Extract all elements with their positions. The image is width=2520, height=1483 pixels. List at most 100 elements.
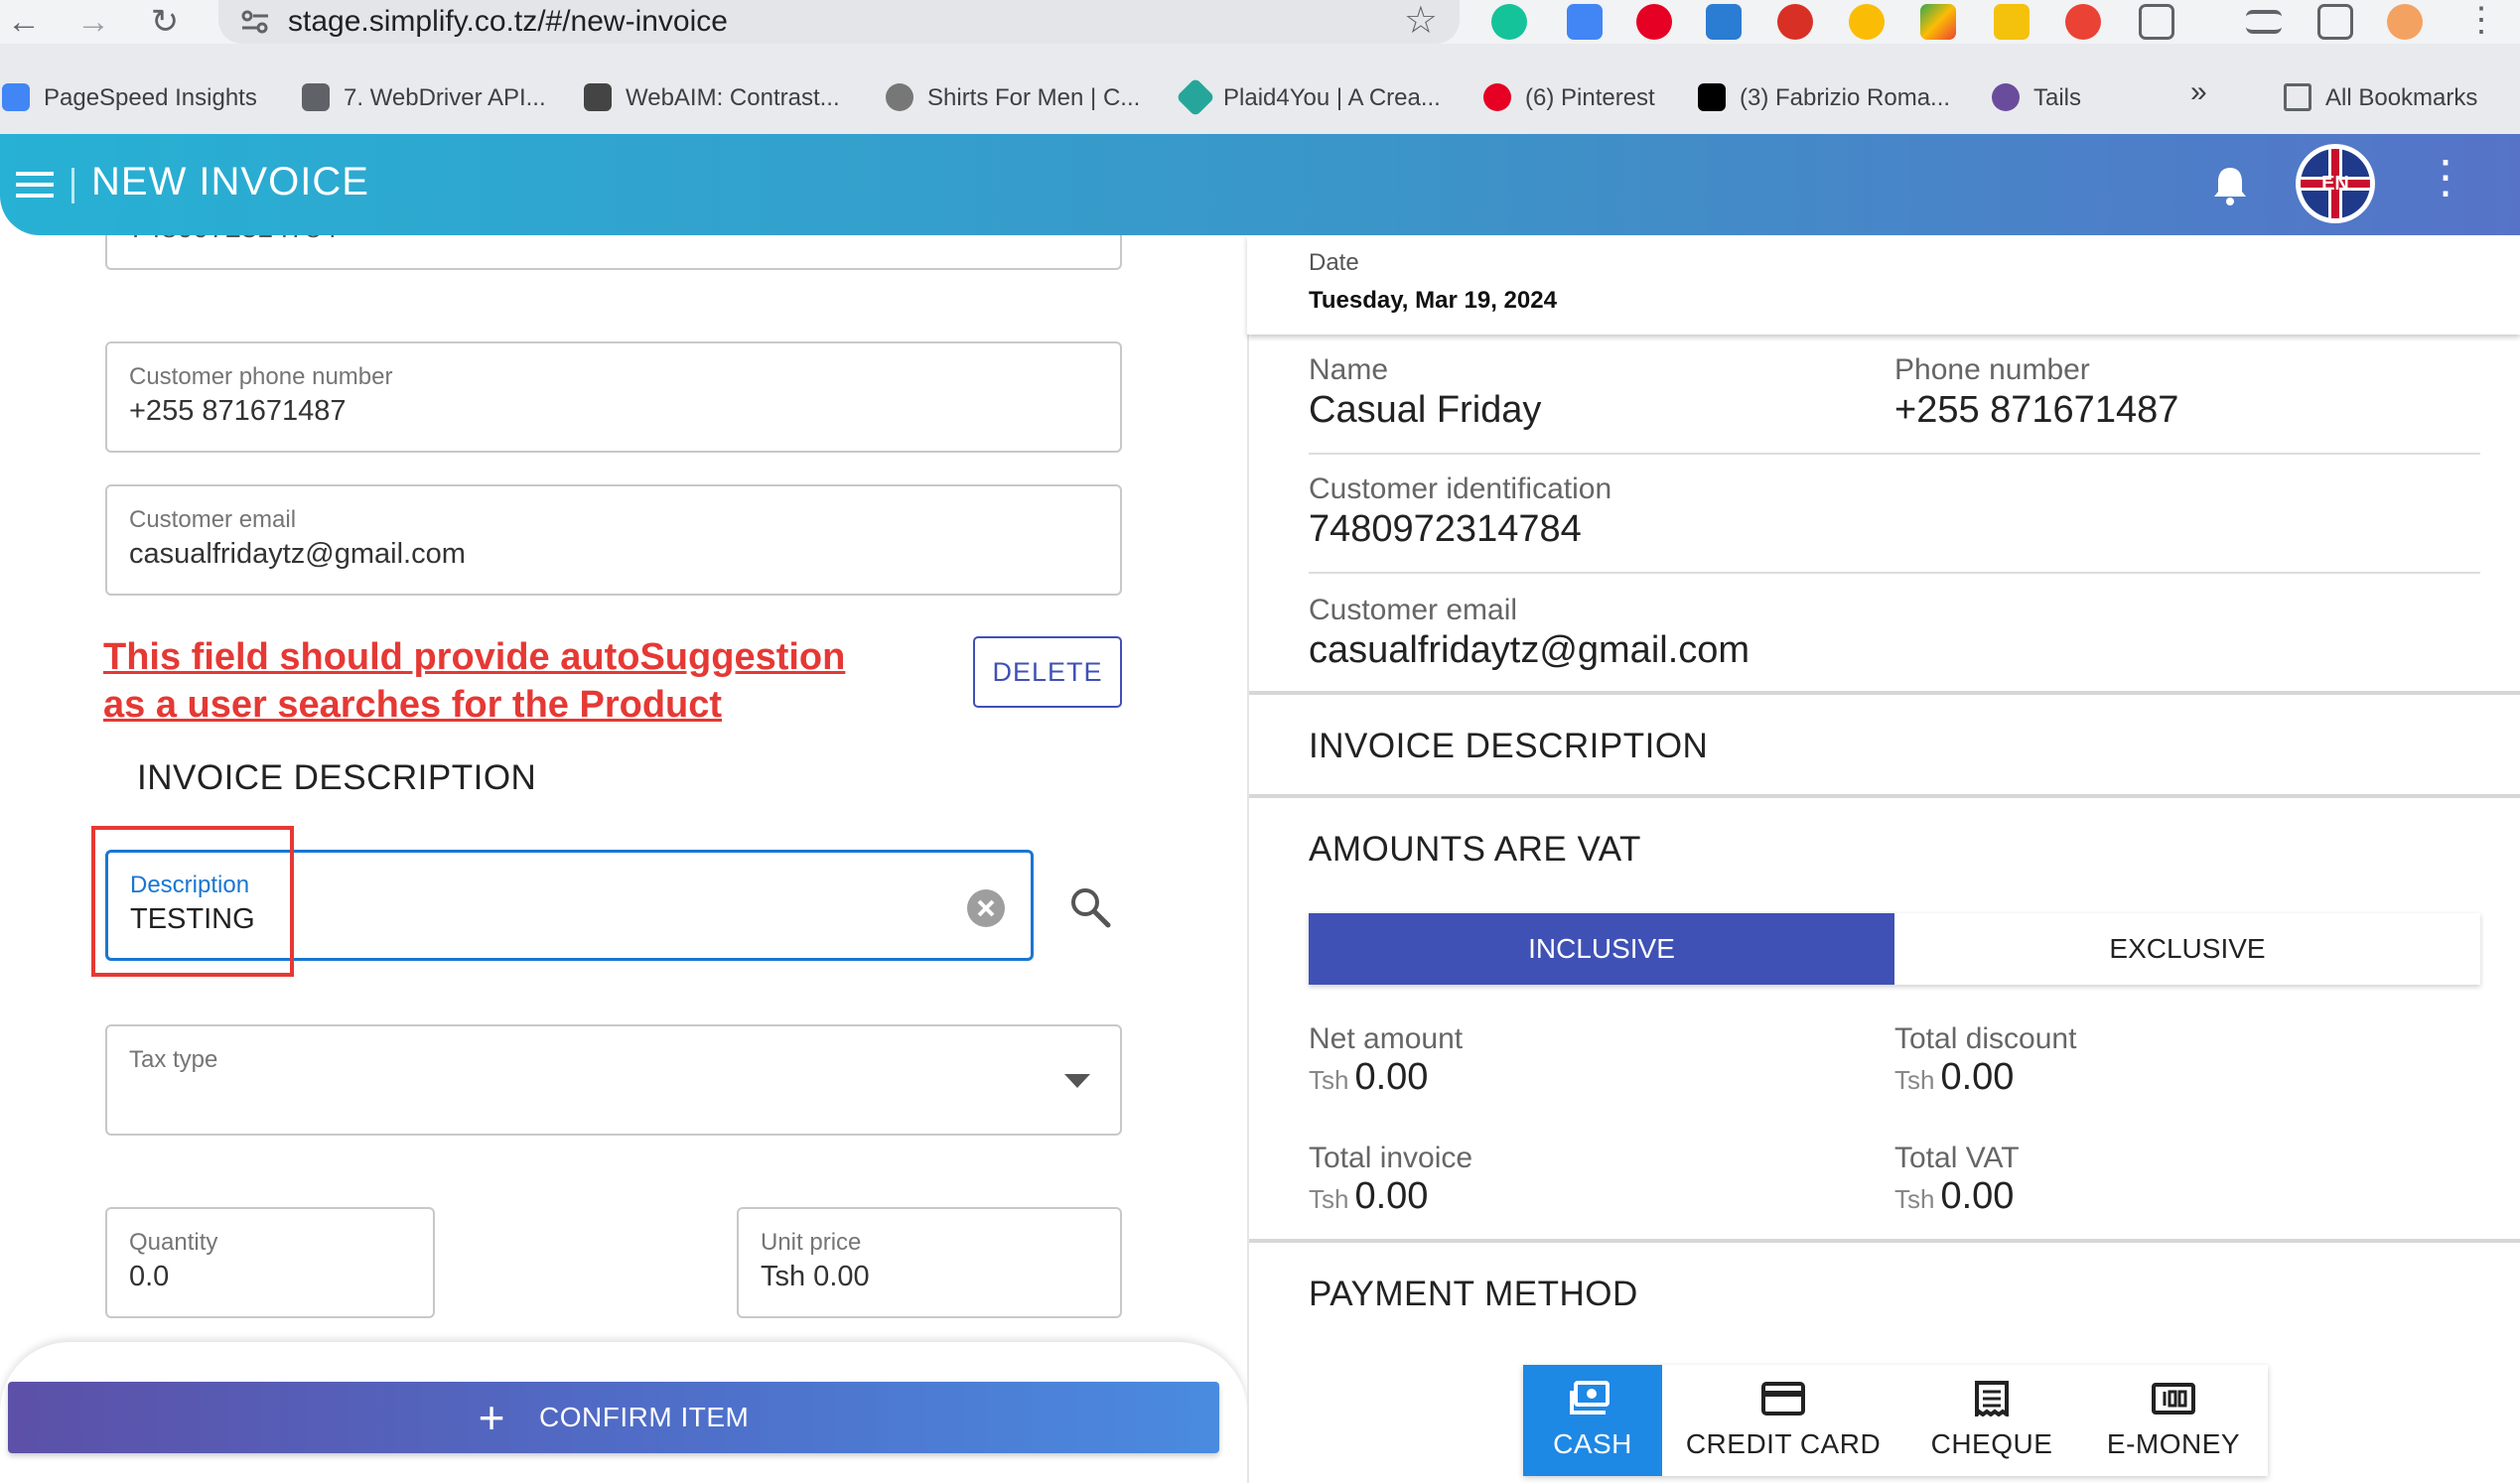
divider [1309, 572, 2480, 574]
a-extension-icon[interactable] [1994, 4, 2030, 40]
bell-icon[interactable] [2210, 164, 2250, 207]
search-icon[interactable] [1068, 885, 1112, 929]
profile-icon[interactable] [2387, 4, 2423, 40]
vat-exclusive-button[interactable]: EXCLUSIVE [1894, 913, 2480, 985]
language-avatar[interactable]: EN [2296, 144, 2375, 223]
name-value: Casual Friday [1309, 389, 1542, 431]
divider [1249, 1239, 2520, 1243]
back-icon[interactable]: ← [2, 0, 46, 44]
highlight-box [91, 826, 294, 977]
fi-extension-icon[interactable] [1706, 4, 1742, 40]
customer-email-field[interactable]: Customer email casualfridaytz@gmail.com [105, 484, 1122, 596]
url-text: stage.simplify.co.tz/#/new-invoice [288, 5, 728, 38]
more-bookmarks-icon[interactable]: » [2190, 77, 2207, 107]
address-bar[interactable]: stage.simplify.co.tz/#/new-invoice ☆ [218, 0, 1460, 44]
media-control-icon[interactable] [2246, 10, 2282, 34]
total-invoice-label: Total invoice [1309, 1142, 1473, 1174]
payment-cash-button[interactable]: CASH [1523, 1365, 1662, 1476]
magnet-extension-icon[interactable] [2065, 4, 2101, 40]
bookmark-item[interactable]: 7. WebDriver API... [302, 83, 546, 113]
plus-icon: + [478, 1392, 506, 1443]
unit-price-field[interactable]: Unit price Tsh 0.00 [737, 1207, 1122, 1318]
payment-credit-card-button[interactable]: CREDIT CARD [1662, 1365, 1904, 1476]
currency: Tsh [1894, 1184, 1935, 1214]
net-amount-value: 0.00 [1354, 1056, 1429, 1098]
confirm-item-label: CONFIRM ITEM [539, 1402, 750, 1432]
total-vat-value: 0.00 [1940, 1175, 2015, 1217]
uk-flag-icon: EN [2301, 149, 2370, 218]
currency: Tsh [1309, 1184, 1349, 1214]
cash-icon [1570, 1381, 1610, 1415]
customer-email-value: casualfridaytz@gmail.com [1309, 629, 1750, 671]
name-label: Name [1309, 353, 1389, 386]
bookmark-item[interactable]: Shirts For Men | C... [886, 83, 1140, 113]
menu-icon[interactable] [16, 170, 56, 200]
quantity-field[interactable]: Quantity 0.0 [105, 1207, 435, 1318]
field-value: casualfridaytz@gmail.com [129, 538, 466, 570]
field-value: 0.0 [129, 1261, 170, 1292]
color-extension-icon[interactable] [1920, 4, 1956, 40]
field-value: +255 871671487 [129, 395, 347, 427]
annotation-line: as a user searches for the Product [103, 684, 723, 726]
site-settings-icon[interactable] [240, 8, 270, 36]
adblock-icon[interactable] [1777, 4, 1813, 40]
webaim-icon [584, 83, 612, 111]
more-vert-icon[interactable]: ⋮ [2423, 150, 2468, 203]
browser-chrome: ← → ↻ stage.simplify.co.tz/#/new-invoice… [0, 0, 2520, 134]
customer-email-label: Customer email [1309, 594, 1518, 626]
browser-menu-icon[interactable]: ⋮ [2464, 0, 2498, 40]
bookmark-item[interactable]: (3) Fabrizio Roma... [1698, 83, 1950, 113]
header-divider [71, 168, 74, 203]
search-extension-icon[interactable] [1849, 4, 1885, 40]
tax-type-select[interactable]: Tax type [105, 1024, 1122, 1136]
customer-id-label: Customer identification [1309, 472, 1612, 505]
reload-icon[interactable]: ↻ [143, 0, 187, 44]
side-panel-icon[interactable] [2317, 4, 2353, 40]
phone-value: +255 871671487 [1894, 389, 2179, 431]
payment-cheque-button[interactable]: CHEQUE [1904, 1365, 2079, 1476]
bookmark-item[interactable]: (6) Pinterest [1483, 83, 1655, 113]
payment-e-money-button[interactable]: E-MONEY [2079, 1365, 2268, 1476]
delete-button[interactable]: DELETE [973, 636, 1122, 708]
confirm-item-button[interactable]: + CONFIRM ITEM [8, 1382, 1219, 1453]
divider [1249, 691, 2520, 695]
globe-icon [886, 83, 913, 111]
docs-extension-icon[interactable] [1567, 4, 1603, 40]
bookmark-star-icon[interactable]: ☆ [1404, 0, 1438, 43]
pagespeed-icon [2, 83, 30, 111]
address-row: ← → ↻ stage.simplify.co.tz/#/new-invoice… [0, 0, 2520, 44]
customer-phone-field[interactable]: Customer phone number +255 871671487 [105, 341, 1122, 453]
extensions-puzzle-icon[interactable] [2139, 4, 2174, 40]
all-bookmarks[interactable]: All Bookmarks [2284, 83, 2477, 113]
field-label: Quantity [129, 1229, 218, 1256]
bookmark-item[interactable]: PageSpeed Insights [2, 83, 257, 113]
total-invoice-value: 0.00 [1354, 1175, 1429, 1217]
vat-heading: AMOUNTS ARE VAT [1309, 830, 1641, 869]
forward-icon[interactable]: → [71, 0, 115, 44]
divider [1249, 794, 2520, 798]
bookmark-label: 7. WebDriver API... [344, 84, 546, 111]
date-label: Date [1309, 249, 1359, 276]
avatar-text: EN [2321, 172, 2349, 195]
grammarly-icon[interactable] [1491, 4, 1527, 40]
vat-inclusive-button[interactable]: INCLUSIVE [1309, 913, 1894, 985]
bookmark-label: Tails [2033, 84, 2082, 111]
bookmark-label: WebAIM: Contrast... [626, 84, 840, 111]
plaid-icon [1176, 77, 1215, 117]
total-discount-value: 0.00 [1940, 1056, 2015, 1098]
invoice-description-heading: INVOICE DESCRIPTION [137, 758, 537, 797]
payment-method-heading: PAYMENT METHOD [1309, 1275, 1638, 1313]
app-header: NEW INVOICE EN ⋮ [0, 134, 2520, 235]
total-invoice: Tsh 0.00 [1309, 1175, 1428, 1218]
page-title: NEW INVOICE [91, 160, 369, 203]
annotation-note: This field should provide autoSuggestion… [103, 633, 845, 729]
bookmarks-bar: PageSpeed Insights 7. WebDriver API... W… [0, 73, 2520, 123]
field-value: Tsh 0.00 [761, 1261, 870, 1292]
pinterest-extension-icon[interactable] [1636, 4, 1672, 40]
bookmark-label: Plaid4You | A Crea... [1223, 84, 1441, 111]
clear-icon[interactable] [966, 888, 1006, 928]
bookmark-item[interactable]: Tails [1992, 83, 2081, 113]
bookmark-item[interactable]: Plaid4You | A Crea... [1176, 77, 1441, 117]
bookmark-item[interactable]: WebAIM: Contrast... [584, 83, 840, 113]
bookmark-label: Shirts For Men | C... [927, 84, 1141, 111]
